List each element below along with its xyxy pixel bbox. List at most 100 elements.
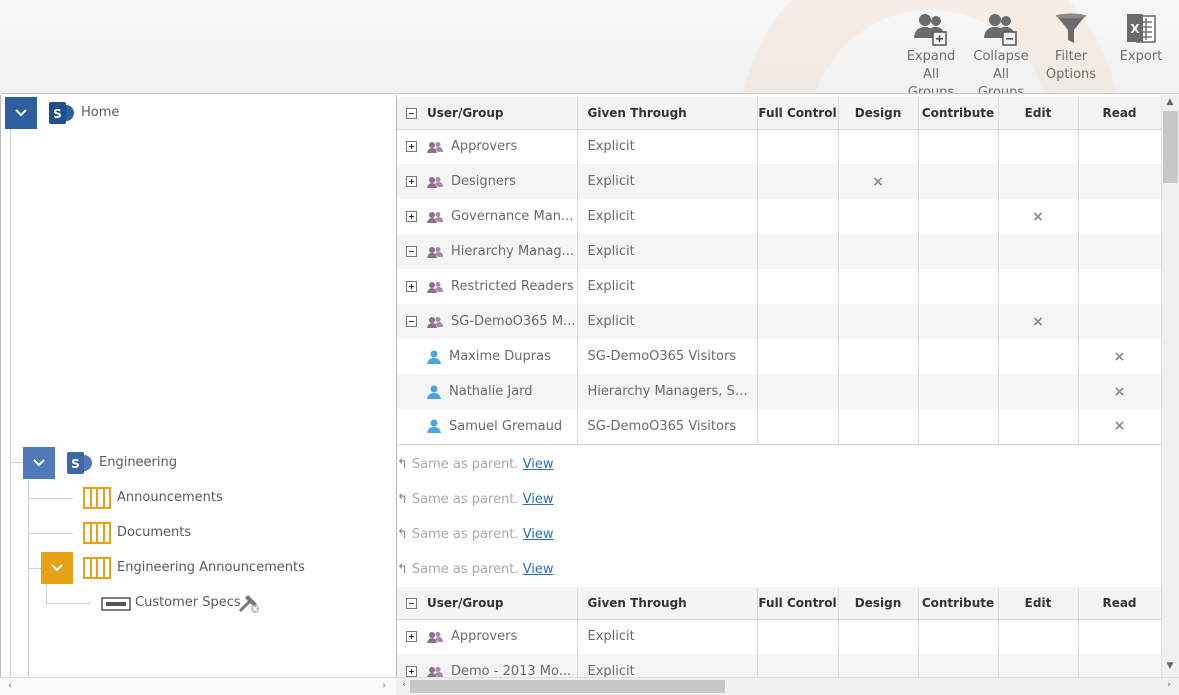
col-design[interactable]: Design bbox=[838, 587, 919, 620]
inherit-arrow-icon: ↰ bbox=[397, 562, 408, 577]
permission-mark: × bbox=[1113, 383, 1126, 400]
svg-text:X: X bbox=[1130, 22, 1140, 36]
tree-line bbox=[10, 462, 22, 463]
expand-label-1: Expand All bbox=[906, 49, 956, 82]
vertical-scroll-thumb[interactable] bbox=[1163, 111, 1178, 183]
row-given-through: Explicit bbox=[577, 619, 758, 654]
table-row[interactable]: Maxime Dupras SG-DemoO365 Visitors × bbox=[397, 339, 1161, 374]
home-toggle-button[interactable] bbox=[5, 97, 37, 129]
site-tree: S Home S Engineering Announcements Docum… bbox=[0, 95, 396, 677]
expand-icon[interactable] bbox=[406, 666, 417, 677]
tree-item-documents[interactable]: Documents bbox=[117, 525, 191, 540]
group-icon bbox=[427, 631, 443, 643]
expand-icon[interactable] bbox=[406, 631, 417, 643]
tree-item-engineering-announcements[interactable]: Engineering Announcements bbox=[117, 560, 305, 575]
table-row[interactable]: Approvers Explicit bbox=[397, 619, 1161, 654]
expand-icon[interactable] bbox=[406, 211, 417, 222]
tree-line bbox=[46, 585, 47, 603]
row-given-through: Explicit bbox=[577, 164, 758, 199]
table-row[interactable]: SG-DemoO365 M... Explicit × bbox=[397, 304, 1161, 339]
collapse-all-icon[interactable] bbox=[406, 597, 417, 609]
export-button[interactable]: X Export bbox=[1112, 12, 1170, 66]
view-link[interactable]: View bbox=[523, 562, 554, 577]
chevron-down-icon bbox=[51, 564, 63, 572]
scroll-right-icon[interactable]: › bbox=[1161, 680, 1177, 690]
scroll-up-icon[interactable]: ▲ bbox=[1162, 97, 1178, 107]
tree-item-engineering[interactable]: Engineering bbox=[99, 455, 177, 470]
col-contribute[interactable]: Contribute bbox=[918, 587, 999, 620]
row-name: Approvers bbox=[451, 629, 518, 645]
table-row[interactable]: Samuel Gremaud SG-DemoO365 Visitors × bbox=[397, 409, 1161, 445]
group-icon bbox=[427, 316, 443, 328]
eng-announcements-toggle-button[interactable] bbox=[41, 552, 73, 584]
col-edit[interactable]: Edit bbox=[998, 587, 1079, 620]
vertical-scrollbar[interactable]: ▲ ▼ bbox=[1161, 95, 1179, 677]
col-read[interactable]: Read bbox=[1078, 587, 1161, 620]
table-row[interactable]: Demo - 2013 Mo... Explicit bbox=[397, 654, 1161, 677]
view-link[interactable]: View bbox=[523, 492, 554, 507]
row-name: Approvers bbox=[451, 139, 518, 155]
tree-item-customer-specs[interactable]: Customer Specs bbox=[135, 595, 241, 610]
row-name: Designers bbox=[451, 174, 516, 189]
same-as-parent-announcements: ↰ Same as parent. View bbox=[397, 492, 554, 507]
col-user-group[interactable]: User/Group bbox=[397, 587, 578, 620]
table-row[interactable]: Restricted Readers Explicit bbox=[397, 269, 1161, 304]
row-given-through: Explicit bbox=[577, 304, 758, 339]
filter-options-button[interactable]: Filter Options bbox=[1040, 12, 1102, 84]
tree-item-announcements[interactable]: Announcements bbox=[117, 490, 223, 505]
col-full-control[interactable]: Full Control bbox=[757, 587, 839, 620]
table-header-row: User/Group Given Through Full Control De… bbox=[397, 587, 1161, 620]
tree-horizontal-scrollbar[interactable]: ‹ › bbox=[0, 677, 396, 695]
col-given-through[interactable]: Given Through bbox=[577, 97, 758, 130]
expand-icon[interactable] bbox=[406, 281, 417, 292]
scroll-down-icon[interactable]: ▼ bbox=[1162, 661, 1178, 671]
view-link[interactable]: View bbox=[523, 527, 554, 542]
tree-item-home[interactable]: Home bbox=[81, 105, 119, 120]
scroll-right-icon[interactable]: › bbox=[376, 681, 392, 691]
tree-line bbox=[46, 603, 91, 604]
home-permissions-table: User/Group Given Through Full Control De… bbox=[397, 97, 1161, 445]
table-row[interactable]: Nathalie Jard Hierarchy Managers, SG-...… bbox=[397, 374, 1161, 409]
scroll-left-icon[interactable]: ‹ bbox=[2, 681, 18, 691]
list-item-icon bbox=[101, 597, 131, 611]
collapse-icon[interactable] bbox=[406, 316, 417, 327]
collapse-label-2: All Groups bbox=[977, 67, 1025, 94]
chevron-down-icon bbox=[15, 109, 27, 117]
col-read[interactable]: Read bbox=[1078, 97, 1161, 130]
collapse-all-groups-button[interactable]: Collapse All Groups bbox=[968, 12, 1034, 94]
expand-icon[interactable] bbox=[406, 141, 417, 153]
table-row[interactable]: Designers Explicit × bbox=[397, 164, 1161, 199]
user-icon bbox=[427, 385, 441, 399]
horizontal-scroll-thumb[interactable] bbox=[410, 680, 725, 693]
col-given-through[interactable]: Given Through bbox=[577, 587, 758, 620]
col-full-control[interactable]: Full Control bbox=[757, 97, 839, 130]
table-row[interactable]: Approvers Explicit bbox=[397, 129, 1161, 164]
chevron-down-icon bbox=[33, 459, 45, 467]
row-given-through: Explicit bbox=[577, 129, 758, 164]
table-row[interactable]: Hierarchy Manag... Explicit bbox=[397, 234, 1161, 269]
tree-line bbox=[10, 127, 11, 677]
expand-icon[interactable] bbox=[406, 176, 417, 187]
permission-mark: × bbox=[1113, 418, 1126, 435]
horizontal-scrollbar[interactable]: ‹ › bbox=[396, 677, 1179, 695]
user-icon bbox=[427, 350, 441, 364]
engineering-toggle-button[interactable] bbox=[23, 447, 55, 479]
row-given-through: SG-DemoO365 Visitors bbox=[577, 339, 758, 374]
svg-text:S: S bbox=[53, 107, 62, 121]
collapse-all-icon[interactable] bbox=[406, 107, 417, 119]
group-icon bbox=[427, 666, 443, 677]
inherit-arrow-icon: ↰ bbox=[397, 492, 408, 507]
sharepoint-icon: S bbox=[67, 452, 92, 474]
same-as-parent-engineering: ↰ Same as parent. View bbox=[397, 457, 554, 472]
tree-line bbox=[28, 480, 29, 677]
group-icon bbox=[427, 141, 443, 153]
col-edit[interactable]: Edit bbox=[998, 97, 1079, 130]
col-user-group[interactable]: User/Group bbox=[397, 97, 578, 130]
table-row[interactable]: Governance Man... Explicit × bbox=[397, 199, 1161, 234]
expand-all-groups-button[interactable]: Expand All Groups bbox=[898, 12, 964, 93]
same-as-parent-eng-announcements: ↰ Same as parent. View bbox=[397, 562, 554, 577]
collapse-icon[interactable] bbox=[406, 246, 417, 257]
col-design[interactable]: Design bbox=[838, 97, 919, 130]
col-contribute[interactable]: Contribute bbox=[918, 97, 999, 130]
view-link[interactable]: View bbox=[523, 457, 554, 472]
